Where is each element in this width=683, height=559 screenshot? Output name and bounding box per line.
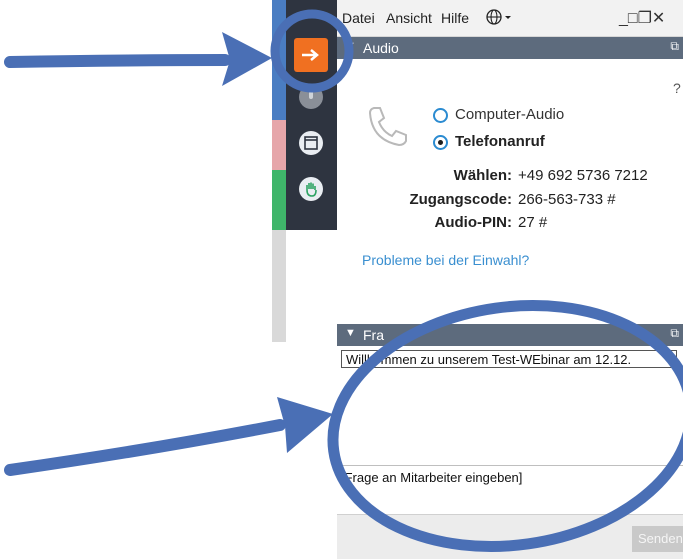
raise-hand-icon[interactable] (294, 172, 328, 206)
audio-header[interactable]: ▼ Audio ⧉ (337, 37, 683, 59)
globe-icon[interactable] (485, 8, 513, 29)
popout-icon[interactable]: ⧉ (670, 39, 679, 54)
left-edge-green (272, 170, 286, 230)
dial-value: +49 692 5736 7212 (518, 167, 648, 184)
label-computer-audio[interactable]: Computer-Audio (455, 106, 564, 123)
side-toolbar (286, 0, 337, 230)
left-edge-blue (272, 0, 286, 120)
menu-file[interactable]: Datei (342, 10, 375, 26)
left-edge-pink (272, 120, 286, 170)
access-code-label: Zugangscode: (409, 191, 512, 208)
pin-value: 27 # (518, 214, 548, 231)
radio-computer-audio[interactable] (433, 108, 448, 123)
left-edge-gray (272, 230, 286, 342)
menubar: Datei Ansicht Hilfe _□❐✕ (337, 0, 683, 37)
menu-help[interactable]: Hilfe (441, 10, 469, 26)
window-controls[interactable]: _□❐✕ (619, 8, 665, 28)
dial-label: Wählen: (453, 167, 512, 184)
access-code-value: 266-563-733 # (518, 191, 616, 208)
annotation-arrow-bottom-head (277, 397, 333, 453)
question-entry[interactable]: Willkommen zu unserem Test-WEbinar am 12… (341, 350, 677, 368)
window-icon[interactable] (294, 126, 328, 160)
phone-icon (366, 104, 410, 153)
microphone-icon[interactable] (294, 80, 328, 114)
send-button[interactable]: Senden (632, 526, 683, 552)
pin-label: Audio-PIN: (434, 214, 512, 231)
radio-phone-call[interactable] (433, 135, 448, 150)
arrow-right-icon[interactable] (294, 38, 328, 72)
help-icon[interactable]: ? (673, 80, 681, 96)
question-input[interactable]: [Frage an Mitarbeiter eingeben] (337, 465, 683, 514)
menu-view[interactable]: Ansicht (386, 10, 432, 26)
questions-title: Fra (363, 327, 384, 343)
label-phone-call[interactable]: Telefonanruf (455, 133, 545, 150)
annotation-arrow-top-shaft (4, 54, 231, 68)
questions-header[interactable]: ▼ Fra ⧉ (337, 324, 683, 346)
annotation-arrow-top-head (222, 32, 272, 86)
collapse-triangle-icon[interactable]: ▼ (345, 40, 356, 52)
question-input-placeholder: [Frage an Mitarbeiter eingeben] (341, 470, 523, 485)
question-text: Willkommen zu unserem Test-WEbinar am 12… (346, 352, 632, 367)
dial-problems-link[interactable]: Probleme bei der Einwahl? (362, 252, 529, 268)
popout-icon[interactable]: ⧉ (670, 326, 679, 341)
annotation-arrow-bottom-shaft (4, 419, 286, 476)
audio-title: Audio (363, 40, 399, 56)
collapse-triangle-icon[interactable]: ▼ (345, 327, 356, 339)
